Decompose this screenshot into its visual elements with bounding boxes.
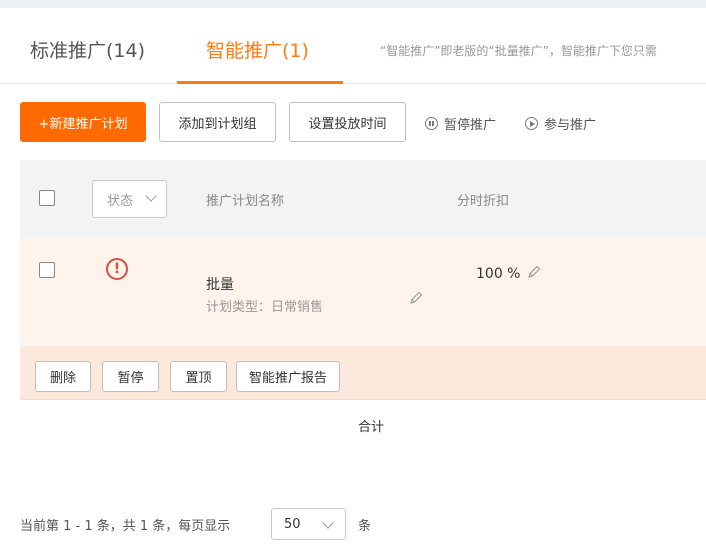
chevron-down-icon bbox=[322, 517, 334, 529]
pin-top-button[interactable]: 置顶 bbox=[170, 361, 227, 392]
select-all-checkbox[interactable] bbox=[39, 190, 55, 206]
tab-standard[interactable]: 标准推广(14) bbox=[30, 38, 145, 64]
row-actions: 删除 暂停 置顶 智能推广报告 bbox=[20, 346, 706, 400]
join-promotion-link[interactable]: 参与推广 bbox=[525, 114, 596, 133]
join-promotion-label: 参与推广 bbox=[544, 118, 597, 133]
row-checkbox[interactable] bbox=[39, 262, 55, 278]
pause-promotion-label: 暂停推广 bbox=[444, 118, 497, 133]
smart-report-button[interactable]: 智能推广报告 bbox=[236, 361, 340, 392]
chevron-down-icon bbox=[145, 190, 157, 202]
delete-button[interactable]: 删除 bbox=[35, 361, 91, 392]
plan-name: 批量 bbox=[206, 277, 234, 293]
pause-promotion-link[interactable]: 暂停推广 bbox=[425, 114, 496, 133]
discount-value: 100 % bbox=[476, 266, 521, 282]
page-size-select[interactable]: 50 bbox=[271, 508, 346, 540]
status-filter-select[interactable]: 状态 bbox=[92, 180, 167, 218]
tab-smart[interactable]: 智能推广(1) bbox=[206, 38, 309, 64]
toolbar: +新建推广计划 添加到计划组 设置投放时间 暂停推广 参与推广 bbox=[0, 102, 706, 142]
edit-name-icon[interactable] bbox=[408, 290, 424, 306]
table-row: ! 批量 计划类型：日常销售 100 % bbox=[20, 238, 706, 346]
add-to-group-button[interactable]: 添加到计划组 bbox=[159, 102, 276, 142]
page-size-value: 50 bbox=[284, 516, 301, 532]
plan-type: 计划类型：日常销售 bbox=[206, 300, 324, 315]
pagination-unit: 条 bbox=[358, 519, 372, 534]
play-icon bbox=[525, 117, 538, 130]
column-header-plan-name: 推广计划名称 bbox=[206, 194, 285, 209]
warning-icon: ! bbox=[106, 258, 128, 280]
new-plan-button[interactable]: +新建推广计划 bbox=[20, 102, 146, 142]
main-panel: 标准推广(14) 智能推广(1) “智能推广”即老版的“批量推广”，智能推广下您… bbox=[0, 8, 706, 556]
table-header: 状态 推广计划名称 分时折扣 bbox=[20, 160, 706, 238]
column-header-discount: 分时折扣 bbox=[457, 194, 510, 209]
pause-icon bbox=[425, 117, 438, 130]
set-time-button[interactable]: 设置投放时间 bbox=[289, 102, 406, 142]
total-label: 合计 bbox=[357, 420, 384, 435]
status-filter-label: 状态 bbox=[107, 193, 134, 209]
edit-discount-icon[interactable] bbox=[526, 264, 542, 280]
tab-note: “智能推广”即老版的“批量推广”，智能推广下您只需 bbox=[380, 44, 657, 58]
pause-button[interactable]: 暂停 bbox=[102, 361, 159, 392]
active-tab-indicator bbox=[177, 81, 343, 84]
pagination-summary: 当前第 1 - 1 条，共 1 条，每页显示 bbox=[20, 519, 231, 534]
tab-bar: 标准推广(14) 智能推广(1) “智能推广”即老版的“批量推广”，智能推广下您… bbox=[0, 8, 706, 84]
